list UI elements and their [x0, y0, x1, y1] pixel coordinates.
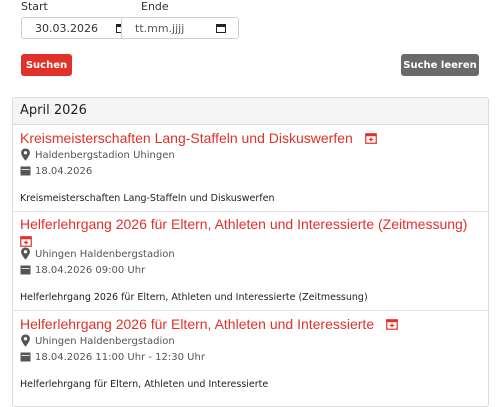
add-to-calendar-icon[interactable]	[20, 235, 32, 247]
month-panel: April 2026 Kreismeisterschaften Lang-Sta…	[12, 97, 489, 407]
add-to-calendar-icon[interactable]	[386, 318, 399, 330]
map-marker-icon	[21, 247, 30, 261]
map-marker-icon	[21, 148, 30, 162]
calendar-icon	[20, 166, 31, 176]
map-marker-icon	[21, 334, 30, 348]
end-date-placeholder: tt.mm.jjjj	[135, 22, 185, 35]
event-title-link[interactable]: Kreismeisterschaften Lang-Staffeln und D…	[20, 130, 353, 146]
event-description: Kreismeisterschaften Lang-Staffeln und D…	[20, 193, 275, 204]
event-location-text: Haldenbergstadion Uhingen	[35, 150, 175, 161]
calendar-icon	[20, 265, 31, 275]
calendar-icon[interactable]	[216, 24, 226, 33]
end-label: Ende	[141, 0, 169, 13]
event-date: 18.04.2026 11:00 Uhr - 12:30 Uhr	[20, 350, 481, 366]
event-location: Haldenbergstadion Uhingen	[20, 148, 481, 164]
event-item: Helferlehrgang 2026 für Eltern, Athleten…	[13, 212, 488, 311]
event-item: Kreismeisterschaften Lang-Staffeln und D…	[13, 125, 488, 212]
search-button[interactable]: Suchen	[21, 54, 72, 76]
date-filter: Start Ende 30.03.2026 tt.mm.jjjj Suchen …	[0, 0, 500, 85]
event-location-text: Uhingen Haldenbergstadion	[35, 336, 175, 347]
event-date-text: 18.04.2026 09:00 Uhr	[35, 265, 146, 276]
events-page: Start Ende 30.03.2026 tt.mm.jjjj Suchen …	[0, 0, 500, 407]
event-date-text: 18.04.2026 11:00 Uhr - 12:30 Uhr	[35, 352, 205, 363]
start-label: Start	[21, 0, 48, 13]
add-to-calendar-icon[interactable]	[365, 132, 377, 144]
event-location-text: Uhingen Haldenbergstadion	[35, 249, 175, 260]
event-date-text: 18.04.2026	[35, 166, 93, 177]
start-date-value: 30.03.2026	[35, 22, 98, 35]
event-item: Helferlehrgang 2026 für Eltern, Athleten…	[13, 311, 488, 397]
event-location: Uhingen Haldenbergstadion	[20, 334, 481, 350]
event-date: 18.04.2026	[20, 164, 481, 180]
event-title-link[interactable]: Helferlehrgang 2026 für Eltern, Athleten…	[20, 316, 374, 332]
event-title-link[interactable]: Helferlehrgang 2026 für Eltern, Athleten…	[20, 215, 481, 234]
event-description: Helferlehrgang 2026 für Eltern, Athleten…	[20, 292, 368, 303]
end-date-input[interactable]: tt.mm.jjjj	[121, 17, 239, 39]
clear-search-button[interactable]: Suche leeren	[401, 54, 479, 76]
event-date: 18.04.2026 09:00 Uhr	[20, 263, 481, 279]
month-heading: April 2026	[13, 98, 488, 125]
calendar-icon	[20, 352, 31, 362]
event-location: Uhingen Haldenbergstadion	[20, 247, 481, 263]
event-description: Helferlehrgang für Eltern, Athleten und …	[20, 379, 269, 390]
